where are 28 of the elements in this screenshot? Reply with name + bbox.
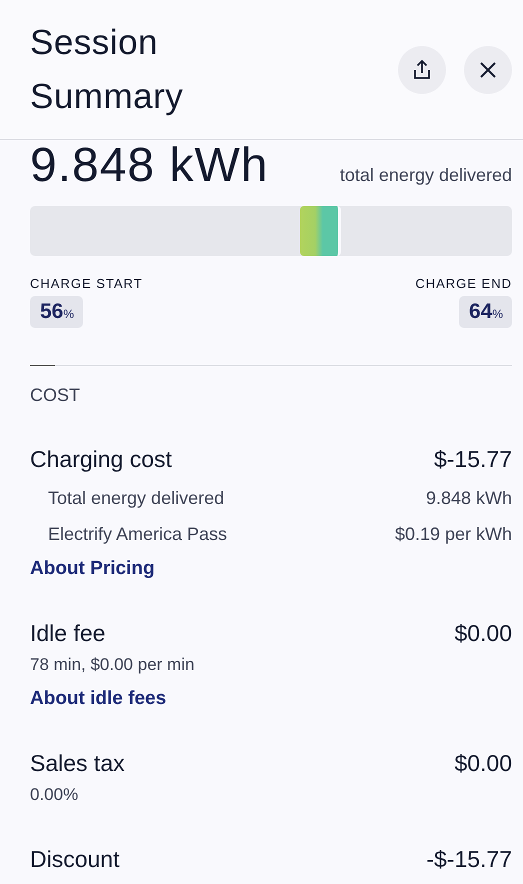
cost-amount: $0.00 bbox=[454, 749, 512, 778]
detail-value: $0.19 per kWh bbox=[394, 523, 512, 546]
energy-caption: total energy delivered bbox=[340, 165, 512, 186]
cost-label: Sales tax bbox=[30, 749, 125, 778]
cost-amount: $-15.77 bbox=[434, 445, 512, 474]
charge-start-value: 56% bbox=[30, 296, 84, 328]
cost-amount: -$-15.77 bbox=[426, 845, 512, 874]
cost-label: Charging cost bbox=[30, 445, 172, 474]
detail-label: Total energy delivered bbox=[48, 487, 224, 510]
close-button[interactable] bbox=[464, 46, 512, 94]
detail-value: 9.848 kWh bbox=[426, 487, 512, 510]
cost-note: 78 min, $0.00 per min bbox=[30, 654, 196, 676]
close-icon bbox=[479, 60, 497, 78]
info-link[interactable]: About idle fees bbox=[30, 688, 166, 710]
section-heading: COST bbox=[30, 385, 82, 406]
detail-label: Electrify America Pass bbox=[48, 523, 228, 546]
share-button[interactable] bbox=[398, 46, 446, 94]
energy-value: 9.848 kWh bbox=[30, 140, 268, 192]
share-icon bbox=[411, 58, 433, 80]
charge-end-label: CHARGE END bbox=[415, 276, 512, 291]
cost-note: 0.00% bbox=[30, 784, 80, 806]
charge-start-label: CHARGE START bbox=[30, 276, 143, 291]
cost-label: Discount bbox=[30, 845, 120, 874]
charge-end-value: 64% bbox=[458, 296, 512, 328]
cost-label: Idle fee bbox=[30, 619, 106, 648]
cost-amount: $0.00 bbox=[454, 619, 512, 648]
info-link[interactable]: About Pricing bbox=[30, 558, 155, 580]
window-title: Session Summary bbox=[30, 22, 184, 118]
